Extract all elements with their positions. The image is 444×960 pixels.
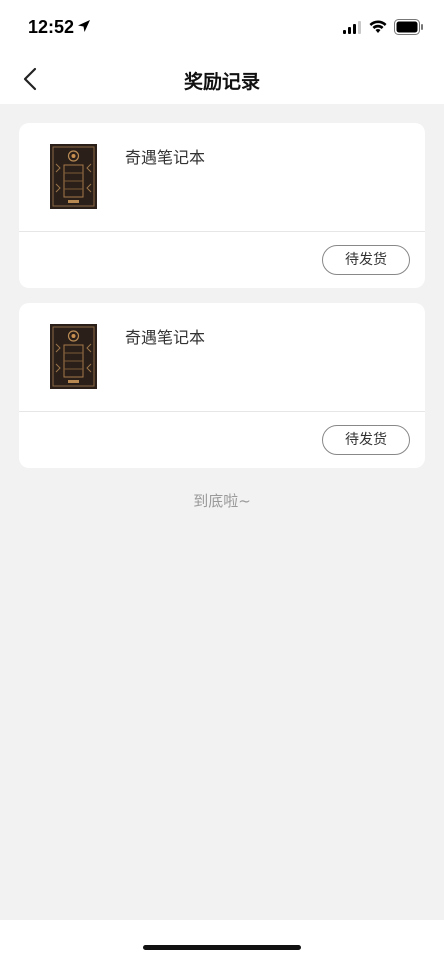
notebook-cover-image [50,144,97,209]
wifi-icon [369,20,387,33]
cellular-signal-icon [343,21,361,34]
home-bar-area [0,920,444,960]
end-of-list-text: 到底啦~ [193,492,251,510]
location-arrow-icon [78,20,90,32]
divider [19,411,425,412]
battery-icon [394,19,423,35]
page-title: 奖励记录 [183,71,260,93]
reward-list: 奇遇笔记本 待发货 奇遇笔记本 待发货 [19,123,425,483]
notebook-cover-image [50,324,97,389]
status-time: 12:52 [28,17,75,37]
reward-name: 奇遇笔记本 [125,148,206,167]
pending-shipment-button[interactable]: 待发货 [322,425,410,455]
status-bar: 12:52 [0,0,444,56]
reward-name: 奇遇笔记本 [125,328,206,347]
reward-card: 奇遇笔记本 待发货 [19,303,425,468]
reward-card: 奇遇笔记本 待发货 [19,123,425,288]
home-indicator[interactable] [143,945,301,950]
navigation-bar: 奖励记录 [0,56,444,104]
divider [19,231,425,232]
pending-shipment-button[interactable]: 待发货 [322,245,410,275]
